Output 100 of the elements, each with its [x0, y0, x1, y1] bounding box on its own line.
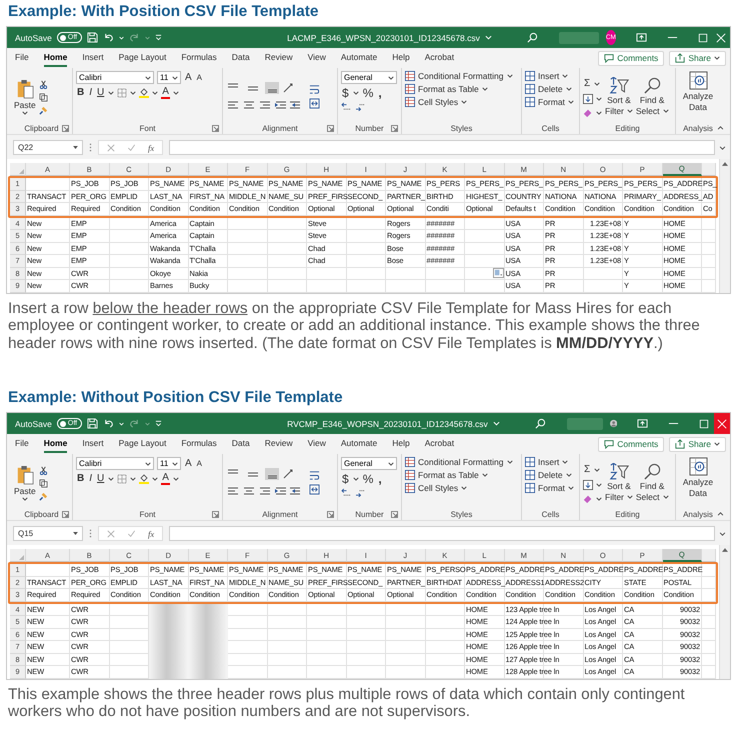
dialog-launcher-icon[interactable] — [212, 125, 219, 132]
ribbon-command[interactable]: Conditional Formatting — [418, 71, 504, 81]
borders-icon[interactable] — [117, 88, 128, 98]
menu-tab[interactable]: Home — [44, 435, 68, 453]
close-button[interactable] — [714, 413, 730, 434]
menu-tab[interactable]: File — [15, 435, 29, 453]
dialog-launcher-icon[interactable] — [327, 125, 334, 132]
fill-color-icon[interactable] — [139, 88, 150, 98]
ribbon-command[interactable]: Conditional Formatting — [418, 457, 504, 467]
decrease-decimal-icon[interactable] — [355, 102, 366, 111]
bold-button[interactable]: B — [76, 473, 86, 485]
number-format-field[interactable]: General — [341, 71, 397, 84]
dialog-launcher-icon[interactable] — [62, 125, 69, 132]
formula-field[interactable] — [169, 140, 715, 155]
grow-font-button[interactable]: A — [184, 72, 193, 84]
comments-button[interactable]: Comments — [598, 50, 664, 66]
font-color-button[interactable]: A — [161, 87, 170, 99]
menu-tab[interactable]: View — [308, 49, 326, 67]
copy-icon[interactable] — [38, 93, 48, 102]
dialog-launcher-icon[interactable] — [391, 125, 398, 132]
menu-tab[interactable]: View — [308, 435, 326, 453]
font-size-field[interactable]: 11 — [157, 71, 181, 84]
shrink-font-button[interactable]: A — [196, 72, 204, 84]
dialog-launcher-icon[interactable] — [62, 511, 69, 518]
scroll-up-icon[interactable] — [722, 162, 728, 166]
paste-icon[interactable] — [16, 78, 34, 98]
window-title[interactable]: RVCMP_E346_WOPSN_20230101_ID12345678.csv — [287, 418, 488, 428]
increase-decimal-icon[interactable] — [341, 488, 352, 497]
name-box[interactable]: Q15 — [13, 526, 83, 541]
analyze-data-label[interactable]: Data — [689, 102, 707, 112]
menu-tab[interactable]: Review — [264, 435, 293, 453]
shrink-font-button[interactable]: A — [196, 458, 204, 470]
share-button[interactable]: Share — [669, 50, 726, 66]
share-button[interactable]: Share — [669, 436, 726, 452]
formula-field[interactable] — [169, 526, 715, 541]
currency-button[interactable]: $ — [341, 473, 350, 485]
comma-style-button[interactable]: , — [377, 87, 383, 99]
analyze-data-icon[interactable] — [688, 71, 708, 90]
ribbon-command[interactable]: Delete — [538, 470, 563, 480]
comma-style-button[interactable]: , — [377, 473, 383, 485]
cut-icon[interactable] — [38, 80, 48, 89]
increase-decimal-icon[interactable] — [341, 102, 352, 111]
menu-tab[interactable]: Formulas — [181, 49, 217, 67]
analyze-data-label[interactable]: Data — [689, 488, 707, 498]
save-icon[interactable] — [87, 32, 98, 43]
find-select-label[interactable]: Select — [636, 106, 660, 116]
paste-label[interactable]: Paste — [14, 100, 36, 110]
ribbon-command[interactable]: Format as Table — [418, 84, 479, 94]
dialog-launcher-icon[interactable] — [212, 511, 219, 518]
menu-tab[interactable]: Help — [392, 49, 410, 67]
sort-filter-label[interactable]: Sort & — [607, 481, 631, 491]
ribbon-display-icon[interactable] — [637, 418, 648, 429]
borders-icon[interactable] — [117, 474, 128, 484]
maximize-icon[interactable] — [698, 32, 708, 42]
paste-label[interactable]: Paste — [14, 486, 36, 496]
menu-tab[interactable]: Automate — [340, 49, 378, 67]
undo-icon[interactable] — [103, 32, 114, 43]
find-select-label[interactable]: Select — [636, 492, 660, 502]
search-icon[interactable] — [526, 32, 538, 43]
find-select-label[interactable]: Find & — [640, 95, 664, 105]
wrap-text-icon[interactable] — [309, 84, 320, 95]
menu-tab[interactable]: Automate — [340, 435, 378, 453]
ribbon-command[interactable]: Cell Styles — [418, 97, 458, 107]
menu-tab[interactable]: Acrobat — [424, 435, 454, 453]
maximize-icon[interactable] — [699, 418, 710, 428]
scrollbar[interactable] — [719, 159, 730, 292]
scroll-up-icon[interactable] — [722, 548, 728, 552]
italic-button[interactable]: I — [88, 473, 94, 485]
search-icon[interactable] — [534, 418, 546, 429]
paste-icon[interactable] — [16, 464, 34, 484]
font-name-field[interactable]: Calibri — [76, 457, 154, 470]
ribbon-display-icon[interactable] — [636, 32, 647, 43]
name-box[interactable]: Q22 — [13, 140, 83, 155]
analyze-data-label[interactable]: Analyze — [682, 477, 714, 487]
grow-font-button[interactable]: A — [184, 458, 193, 470]
expand-icon[interactable] — [719, 146, 726, 150]
merge-cells-icon[interactable] — [309, 98, 320, 109]
underline-button[interactable]: U — [96, 87, 106, 99]
customize-icon[interactable] — [155, 420, 162, 427]
underline-button[interactable]: U — [96, 473, 106, 485]
autosum-button[interactable]: Σ — [583, 78, 592, 90]
font-color-button[interactable]: A — [161, 473, 170, 485]
sort-filter-icon[interactable] — [608, 77, 629, 94]
menu-tab[interactable]: Data — [232, 435, 250, 453]
menu-tab[interactable]: Home — [44, 49, 68, 67]
menu-tab[interactable]: Page Layout — [118, 49, 166, 67]
wrap-text-icon[interactable] — [309, 470, 320, 481]
search-icon[interactable] — [644, 463, 661, 480]
percent-button[interactable]: % — [362, 473, 374, 485]
menu-tab[interactable]: File — [15, 49, 29, 67]
menu-tab[interactable]: Data — [232, 49, 250, 67]
format-painter-icon[interactable] — [38, 492, 48, 501]
sort-filter-icon[interactable] — [608, 463, 629, 480]
customize-icon[interactable] — [155, 34, 162, 41]
font-name-field[interactable]: Calibri — [76, 71, 154, 84]
expand-icon[interactable] — [719, 532, 726, 536]
autosum-button[interactable]: Σ — [583, 464, 592, 476]
number-format-field[interactable]: General — [341, 457, 397, 470]
menu-tab[interactable]: Review — [264, 49, 293, 67]
eraser-icon[interactable] — [583, 494, 593, 504]
